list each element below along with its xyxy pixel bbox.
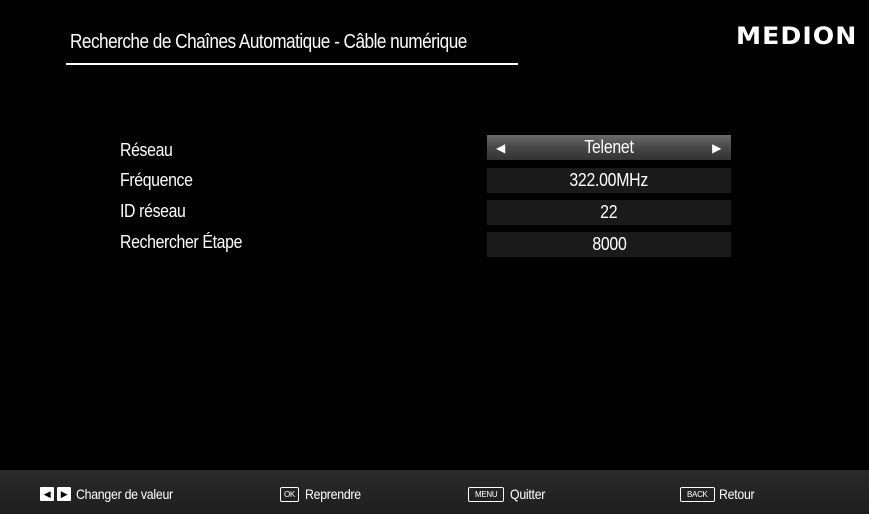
hint-change-value-text: Changer de valeur <box>76 486 173 502</box>
hint-resume[interactable]: OK Reprendre <box>280 486 368 502</box>
title-underline <box>66 63 518 65</box>
frequency-field[interactable]: 322.00MHz <box>487 168 731 193</box>
frequency-value: 322.00MHz <box>569 170 649 190</box>
network-value: Telenet <box>584 137 634 157</box>
network-selector[interactable]: ◀ Telenet ▶ <box>487 135 731 160</box>
hint-back[interactable]: BACK Retour <box>680 486 759 502</box>
hint-quit[interactable]: MENU Quitter <box>468 486 550 502</box>
right-arrow-icon[interactable]: ▶ <box>712 135 721 160</box>
left-arrow-icon[interactable]: ◀ <box>496 135 505 160</box>
hint-back-text: Retour <box>718 486 755 502</box>
ok-key-icon: OK <box>280 486 299 502</box>
page-title: Recherche de Chaînes Automatique - Câble… <box>70 31 467 53</box>
network-id-value: 22 <box>600 202 618 222</box>
hint-quit-text: Quitter <box>510 486 546 502</box>
network-label: Réseau <box>120 140 173 160</box>
search-step-field[interactable]: 8000 <box>487 232 731 257</box>
frequency-label: Fréquence <box>120 170 193 190</box>
search-step-label: Rechercher Étape <box>120 232 243 252</box>
network-id-field[interactable]: 22 <box>487 200 731 225</box>
hint-change-value[interactable]: ◀ ▶ Changer de valeur <box>40 486 186 502</box>
hint-resume-text: Reprendre <box>304 486 361 502</box>
right-arrow-key-icon: ▶ <box>57 487 71 501</box>
network-id-label: ID réseau <box>120 201 186 221</box>
menu-key-icon: MENU <box>468 486 505 502</box>
footer-hint-bar: ◀ ▶ Changer de valeur OK Reprendre MENU … <box>0 470 869 514</box>
search-step-value: 8000 <box>591 234 627 254</box>
medion-logo: MEDION <box>736 22 858 50</box>
back-key-icon: BACK <box>680 486 715 502</box>
left-arrow-key-icon: ◀ <box>40 487 54 501</box>
